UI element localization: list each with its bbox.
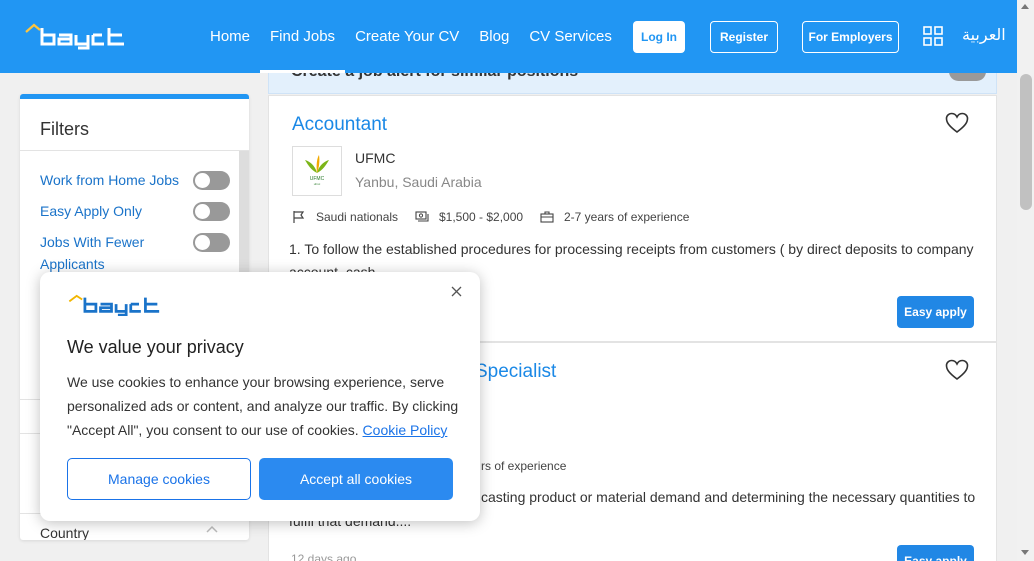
page-scroll-thumb[interactable] — [1020, 74, 1032, 210]
nav-blog[interactable]: Blog — [469, 0, 519, 73]
bayt-logo[interactable] — [24, 22, 128, 50]
work-from-home-toggle[interactable] — [193, 171, 230, 190]
easy-apply-button[interactable]: Easy apply — [897, 296, 974, 328]
job-nationality: Saudi nationals — [292, 210, 398, 224]
language-switch[interactable]: العربية — [962, 25, 1006, 44]
job-title[interactable]: Specialist — [475, 361, 556, 383]
scroll-up-arrow-icon[interactable] — [1021, 4, 1029, 9]
bayt-logo — [68, 294, 160, 316]
job-description: 1. To follow the established procedures … — [289, 241, 974, 276]
main-nav: Home Find Jobs Create Your CV Blog CV Se… — [200, 0, 622, 73]
divider — [20, 150, 249, 151]
salary-text: $1,500 - $2,000 — [439, 210, 524, 224]
register-button[interactable]: Register — [710, 21, 778, 53]
nav-cv-services[interactable]: CV Services — [519, 0, 622, 73]
filter-work-from-home: Work from Home Jobs — [40, 169, 230, 191]
job-salary: $1,500 - $2,000 — [415, 210, 523, 224]
filter-easy-apply: Easy Apply Only — [40, 200, 230, 222]
svg-text:ufmc: ufmc — [314, 182, 321, 186]
filters-title: Filters — [40, 119, 89, 139]
posted-date: 12 days ago — [291, 552, 357, 561]
filter-label[interactable]: Easy Apply Only — [40, 200, 180, 222]
top-header: Home Find Jobs Create Your CV Blog CV Se… — [0, 0, 1017, 73]
accept-all-cookies-button[interactable]: Accept all cookies — [259, 458, 453, 500]
cookie-consent-dialog: We value your privacy We use cookies to … — [40, 272, 480, 521]
ufmc-logo-icon: UFMC ufmc — [305, 155, 329, 186]
scroll-down-arrow-icon[interactable] — [1021, 550, 1029, 555]
nav-create-cv[interactable]: Create Your CV — [345, 0, 469, 73]
login-button[interactable]: Log In — [633, 21, 685, 53]
easy-apply-button[interactable]: Easy apply — [897, 545, 974, 561]
filter-label[interactable]: Work from Home Jobs — [40, 169, 180, 191]
salary-icon — [415, 211, 429, 222]
close-icon[interactable] — [451, 286, 462, 297]
chevron-up-icon[interactable] — [206, 523, 218, 535]
job-experience: rs of experience — [481, 459, 566, 473]
fewer-applicants-toggle[interactable] — [193, 233, 230, 252]
for-employers-button[interactable]: For Employers — [802, 21, 899, 53]
heart-icon[interactable] — [945, 359, 969, 381]
manage-cookies-button[interactable]: Manage cookies — [67, 458, 251, 500]
briefcase-icon — [540, 211, 554, 223]
heart-icon[interactable] — [945, 112, 969, 134]
job-experience: 2-7 years of experience — [540, 210, 689, 224]
cookie-text: We use cookies to enhance your browsing … — [67, 370, 459, 442]
flag-icon — [293, 211, 305, 223]
nav-home[interactable]: Home — [200, 0, 260, 73]
easy-apply-toggle[interactable] — [193, 202, 230, 221]
nationality-text: Saudi nationals — [316, 210, 399, 224]
cookie-policy-link[interactable]: Cookie Policy — [363, 422, 448, 438]
apps-grid-icon[interactable] — [923, 26, 943, 46]
company-name[interactable]: UFMC — [355, 150, 395, 166]
job-title[interactable]: Accountant — [292, 114, 387, 136]
experience-text: 2-7 years of experience — [564, 210, 690, 224]
filter-fewer-applicants: Jobs With Fewer Applicants — [40, 231, 230, 275]
job-description: casting product or material demand and d… — [481, 489, 976, 505]
cookie-title: We value your privacy — [67, 337, 244, 357]
job-location: Yanbu, Saudi Arabia — [355, 174, 482, 190]
company-logo[interactable]: UFMC ufmc — [292, 146, 342, 196]
experience-text: rs of experience — [481, 459, 567, 473]
filter-label[interactable]: Jobs With Fewer Applicants — [40, 231, 180, 275]
country-filter-label[interactable]: Country — [40, 525, 89, 540]
nav-find-jobs[interactable]: Find Jobs — [260, 0, 346, 73]
